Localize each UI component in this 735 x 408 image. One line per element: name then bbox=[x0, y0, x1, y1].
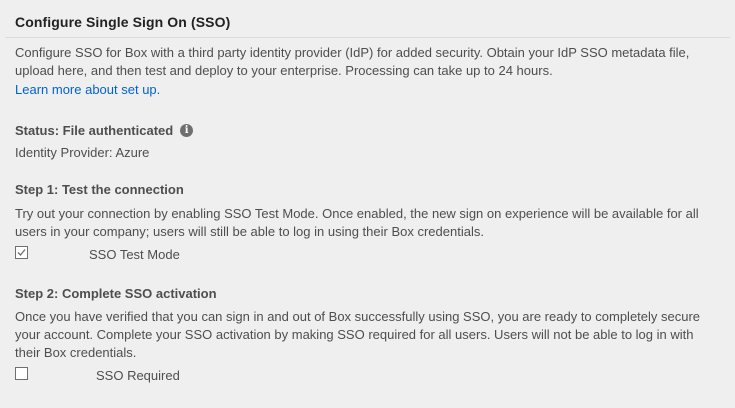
step2-heading: Step 2: Complete SSO activation bbox=[15, 286, 217, 301]
intro-text: Configure SSO for Box with a third party… bbox=[15, 45, 690, 78]
step1-heading: Step 1: Test the connection bbox=[15, 182, 184, 197]
sso-test-mode-label[interactable]: SSO Test Mode bbox=[89, 247, 180, 262]
title-divider bbox=[5, 37, 730, 38]
page-title: Configure Single Sign On (SSO) bbox=[15, 14, 231, 30]
sso-required-label[interactable]: SSO Required bbox=[96, 368, 180, 383]
learn-more-link[interactable]: Learn more about set up. bbox=[15, 82, 160, 97]
sso-config-panel: Configure Single Sign On (SSO) Configure… bbox=[0, 0, 735, 408]
status-label: Status: File authenticated bbox=[15, 123, 174, 138]
step1-description: Try out your connection by enabling SSO … bbox=[15, 206, 699, 239]
sso-test-mode-checkbox[interactable] bbox=[15, 246, 28, 259]
info-icon[interactable]: i bbox=[180, 124, 194, 137]
checkmark-icon bbox=[17, 249, 26, 256]
identity-provider-text: Identity Provider: Azure bbox=[15, 145, 150, 160]
sso-required-checkbox[interactable] bbox=[15, 367, 28, 380]
step2-description: Once you have verified that you can sign… bbox=[15, 309, 701, 360]
status-row: Status: File authenticated i bbox=[15, 123, 194, 138]
